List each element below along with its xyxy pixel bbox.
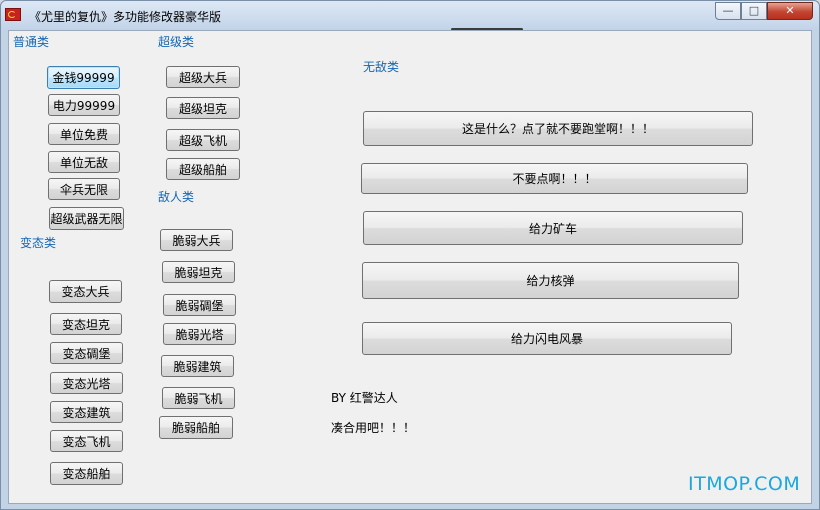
weak-tank-button[interactable]: 脆弱坦克 [162,261,235,283]
morph-building-button[interactable]: 变态建筑 [50,401,123,423]
app-window: 《尤里的复仇》多功能修改器豪华版 — □ ✕ 普通类 金钱99999 电力999… [0,0,820,510]
group-label-morph: 变态类 [20,236,57,250]
close-button[interactable]: ✕ [767,2,813,20]
superweapon-unlimited-button[interactable]: 超级武器无限 [49,207,124,230]
group-label-normal: 普通类 [13,35,50,49]
paratroop-unlimited-button[interactable]: 伞兵无限 [48,178,120,200]
soviet-flag-icon [5,8,21,21]
power-99999-button[interactable]: 电力99999 [48,94,120,116]
weak-prism-tower-button[interactable]: 脆弱光塔 [163,323,236,345]
morph-ship-button[interactable]: 变态船舶 [50,462,123,485]
unit-invincible-button[interactable]: 单位无敌 [48,151,120,173]
minimize-button[interactable]: — [715,2,741,20]
dont-click-button[interactable]: 不要点啊！！！ [361,163,748,194]
power-nuke-button[interactable]: 给力核弹 [362,262,739,299]
morph-aircraft-button[interactable]: 变态飞机 [50,430,123,452]
maximize-button[interactable]: □ [741,2,767,20]
morph-soldier-button[interactable]: 变态大兵 [49,280,122,303]
weak-ship-button[interactable]: 脆弱船舶 [159,416,233,439]
dont-run-button[interactable]: 这是什么？点了就不要跑堂啊！！！ [363,111,753,146]
weak-soldier-button[interactable]: 脆弱大兵 [160,229,233,251]
morph-tank-button[interactable]: 变态坦克 [50,313,122,335]
weak-building-button[interactable]: 脆弱建筑 [161,355,234,377]
group-label-enemy: 敌人类 [158,190,195,204]
watermark-logo: ITMOP.COM [688,473,801,495]
title-bar[interactable]: 《尤里的复仇》多功能修改器豪华版 — □ ✕ [1,1,819,29]
author-label: BY 红警达人 [331,391,398,405]
morph-prism-tower-button[interactable]: 变态光塔 [50,372,123,394]
super-ship-button[interactable]: 超级船舶 [166,158,240,180]
note-label: 凑合用吧！！！ [331,421,416,435]
power-lightning-storm-button[interactable]: 给力闪电风暴 [362,322,732,355]
group-label-invincible: 无敌类 [363,60,400,74]
window-title: 《尤里的复仇》多功能修改器豪华版 [29,10,222,24]
weak-aircraft-button[interactable]: 脆弱飞机 [162,387,235,409]
super-aircraft-button[interactable]: 超级飞机 [166,129,240,151]
money-99999-button[interactable]: 金钱99999 [47,66,120,89]
weak-bunker-button[interactable]: 脆弱碉堡 [163,294,236,316]
group-label-super: 超级类 [158,35,195,49]
morph-bunker-button[interactable]: 变态碉堡 [50,342,123,364]
unit-free-button[interactable]: 单位免费 [48,123,120,145]
power-harvester-button[interactable]: 给力矿车 [363,211,743,245]
super-soldier-button[interactable]: 超级大兵 [166,66,240,88]
super-tank-button[interactable]: 超级坦克 [166,97,240,119]
